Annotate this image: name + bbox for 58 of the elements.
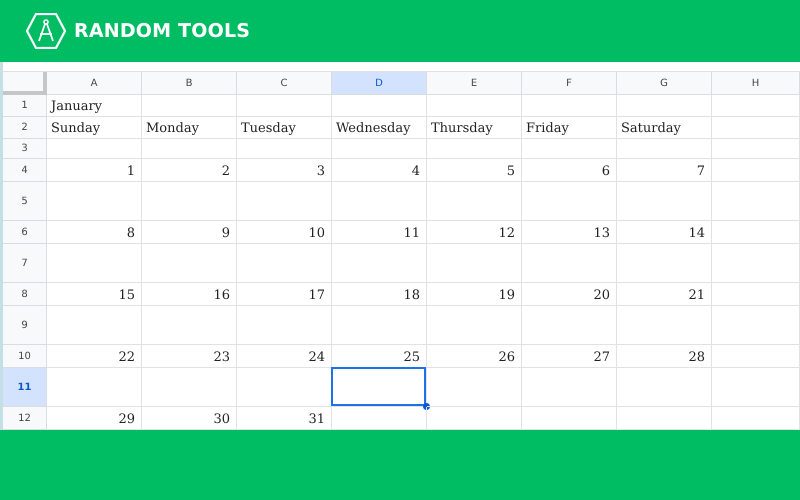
table-cell: 27 [522, 345, 617, 368]
table-cell: 16 [142, 283, 237, 306]
table-cell: Wednesday [332, 117, 427, 139]
table-cell: 7 [617, 159, 712, 182]
table-cell: 21 [617, 283, 712, 306]
column-header[interactable]: H [712, 72, 800, 95]
row-header[interactable]: 8 [3, 283, 47, 306]
row-header[interactable]: 9 [3, 306, 47, 345]
table-cell: 14 [617, 221, 712, 244]
table-cell: 17 [237, 283, 332, 306]
table-cell: 28 [617, 345, 712, 368]
column-header[interactable]: A [47, 72, 142, 95]
table-cell: 13 [522, 221, 617, 244]
row-header[interactable]: 7 [3, 244, 47, 283]
column-header[interactable]: G [617, 72, 712, 95]
table-cell: 20 [522, 283, 617, 306]
table-cell: 5 [427, 159, 522, 182]
column-header[interactable]: D [332, 72, 427, 95]
table-cell: 9 [142, 221, 237, 244]
table-cell: 22 [47, 345, 142, 368]
table-cell: 11 [332, 221, 427, 244]
compass-logo-icon [26, 13, 66, 49]
table-cell: 6 [522, 159, 617, 182]
brand-name: RANDOM TOOLS [74, 20, 250, 42]
table-cell: 24 [237, 345, 332, 368]
row-header[interactable]: 1 [3, 95, 47, 117]
table-cell: 18 [332, 283, 427, 306]
table-cell: 12 [427, 221, 522, 244]
row-header[interactable]: 2 [3, 117, 47, 139]
row-header[interactable]: 11 [3, 368, 47, 407]
column-header[interactable]: E [427, 72, 522, 95]
row-header[interactable]: 12 [3, 407, 47, 430]
table-cell: January [47, 95, 142, 117]
table-cell: 10 [237, 221, 332, 244]
table-cell: 1 [47, 159, 142, 182]
column-header[interactable]: F [522, 72, 617, 95]
table-cell: 3 [237, 159, 332, 182]
row-header[interactable]: 5 [3, 182, 47, 221]
table-cell: Tuesday [237, 117, 332, 139]
table-cell: Friday [522, 117, 617, 139]
table-cell: 2 [142, 159, 237, 182]
table-cell: 8 [47, 221, 142, 244]
table-cell: 26 [427, 345, 522, 368]
row-header[interactable]: 4 [3, 159, 47, 182]
row-header[interactable]: 3 [3, 139, 47, 159]
row-header[interactable]: 10 [3, 345, 47, 368]
column-header[interactable]: C [237, 72, 332, 95]
table-cell: 15 [47, 283, 142, 306]
table-cell: Sunday [47, 117, 142, 139]
table-cell: 19 [427, 283, 522, 306]
table-cell: 4 [332, 159, 427, 182]
row-header[interactable]: 6 [3, 221, 47, 244]
table-cell: Monday [142, 117, 237, 139]
table-cell: 25 [332, 345, 427, 368]
table-cell: Saturday [617, 117, 712, 139]
table-cell: 23 [142, 345, 237, 368]
column-header[interactable]: B [142, 72, 237, 95]
table-cell: Thursday [427, 117, 522, 139]
